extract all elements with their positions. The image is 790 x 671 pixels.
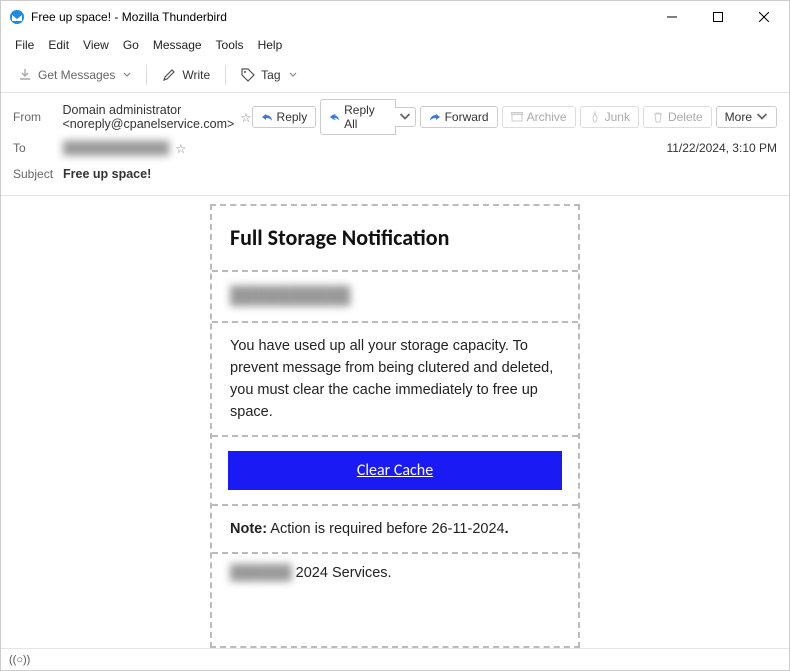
reply-icon xyxy=(261,111,273,123)
write-label: Write xyxy=(182,68,210,82)
reply-label: Reply xyxy=(277,110,308,124)
download-icon xyxy=(18,68,32,82)
email-body-text: You have used up all your storage capaci… xyxy=(230,338,553,420)
maximize-button[interactable] xyxy=(695,2,741,32)
email-recipient-section: ██████████ xyxy=(212,272,578,323)
email-title-section: Full Storage Notification xyxy=(212,206,578,272)
menu-help[interactable]: Help xyxy=(252,36,289,54)
forward-icon xyxy=(429,111,441,123)
archive-button[interactable]: Archive xyxy=(502,106,576,128)
titlebar: Free up space! - Mozilla Thunderbird xyxy=(1,1,789,33)
chevron-down-icon xyxy=(399,111,411,123)
get-messages-label: Get Messages xyxy=(38,68,115,82)
menubar: File Edit View Go Message Tools Help xyxy=(1,33,789,57)
email-footer-redacted: ██████ xyxy=(230,565,292,581)
reply-button[interactable]: Reply xyxy=(252,106,317,128)
email-recipient-redacted: ██████████ xyxy=(230,286,350,305)
forward-button[interactable]: Forward xyxy=(420,106,498,128)
reply-all-dropdown[interactable] xyxy=(395,107,416,127)
from-value: Domain administrator <noreply@cpanelserv… xyxy=(63,103,252,131)
tag-icon xyxy=(241,68,255,82)
from-row: From Domain administrator <noreply@cpane… xyxy=(13,99,777,135)
email-footer-text: 2024 Services. xyxy=(292,565,392,581)
menu-file[interactable]: File xyxy=(9,36,40,54)
menu-go[interactable]: Go xyxy=(117,36,145,54)
message-actions: Reply Reply All Forward Archive Junk Del… xyxy=(252,99,777,135)
window-controls xyxy=(649,2,787,32)
main-toolbar: Get Messages Write Tag xyxy=(1,57,789,93)
from-text: Domain administrator <noreply@cpanelserv… xyxy=(63,103,235,131)
signal-icon[interactable]: ((○)) xyxy=(9,654,30,666)
email-note-text: Action is required before 26-11-2024 xyxy=(267,521,505,537)
tag-label: Tag xyxy=(261,68,280,82)
junk-label: Junk xyxy=(605,110,630,124)
toolbar-separator xyxy=(225,65,226,85)
message-date: 11/22/2024, 3:10 PM xyxy=(666,141,777,155)
write-button[interactable]: Write xyxy=(153,63,219,87)
subject-value: Free up space! xyxy=(63,167,777,181)
email-note-section: Note: Action is required before 26-11-20… xyxy=(212,506,578,554)
subject-row: Subject Free up space! xyxy=(13,161,777,187)
more-label: More xyxy=(725,110,752,124)
trash-icon xyxy=(652,111,664,123)
chevron-down-icon xyxy=(289,71,297,79)
star-icon[interactable]: ☆ xyxy=(175,141,186,156)
to-value-redacted: ████████████ xyxy=(63,141,169,155)
flame-icon xyxy=(589,111,601,123)
get-messages-button[interactable]: Get Messages xyxy=(9,63,140,87)
email-title: Full Storage Notification xyxy=(230,218,560,258)
to-row: To ████████████ ☆ 11/22/2024, 3:10 PM xyxy=(13,135,777,161)
archive-icon xyxy=(511,111,523,123)
to-value: ████████████ ☆ xyxy=(63,141,666,156)
email-content-box: Full Storage Notification ██████████ You… xyxy=(210,204,580,648)
window-title: Free up space! - Mozilla Thunderbird xyxy=(31,10,649,24)
clear-cache-button[interactable]: Clear Cache xyxy=(228,451,562,490)
chevron-down-icon xyxy=(123,71,131,79)
chevron-down-icon xyxy=(756,111,768,123)
close-button[interactable] xyxy=(741,2,787,32)
app-icon xyxy=(9,9,25,25)
star-icon[interactable]: ☆ xyxy=(240,110,251,125)
tag-button[interactable]: Tag xyxy=(232,63,305,87)
from-label: From xyxy=(13,110,63,124)
minimize-button[interactable] xyxy=(649,2,695,32)
statusbar: ((○)) xyxy=(1,648,789,670)
reply-all-label: Reply All xyxy=(344,103,386,131)
reply-all-icon xyxy=(329,111,340,123)
to-label: To xyxy=(13,141,63,155)
menu-tools[interactable]: Tools xyxy=(210,36,250,54)
delete-button[interactable]: Delete xyxy=(643,106,712,128)
email-cta-section: Clear Cache xyxy=(212,437,578,506)
forward-label: Forward xyxy=(445,110,489,124)
message-header: From Domain administrator <noreply@cpane… xyxy=(1,93,789,196)
email-footer-section: ██████ 2024 Services. xyxy=(212,554,578,592)
delete-label: Delete xyxy=(668,110,703,124)
archive-label: Archive xyxy=(527,110,567,124)
message-body-area[interactable]: Full Storage Notification ██████████ You… xyxy=(1,196,789,648)
junk-button[interactable]: Junk xyxy=(580,106,639,128)
more-button[interactable]: More xyxy=(716,106,777,128)
menu-view[interactable]: View xyxy=(77,36,115,54)
menu-edit[interactable]: Edit xyxy=(42,36,75,54)
pencil-icon xyxy=(162,68,176,82)
email-note-label: Note: xyxy=(230,521,267,537)
subject-label: Subject xyxy=(13,167,63,181)
reply-all-button[interactable]: Reply All xyxy=(320,99,395,135)
email-body-section: You have used up all your storage capaci… xyxy=(212,323,578,437)
menu-message[interactable]: Message xyxy=(147,36,208,54)
email-note-period: . xyxy=(505,521,509,537)
app-window: Free up space! - Mozilla Thunderbird Fil… xyxy=(0,0,790,671)
toolbar-separator xyxy=(146,65,147,85)
